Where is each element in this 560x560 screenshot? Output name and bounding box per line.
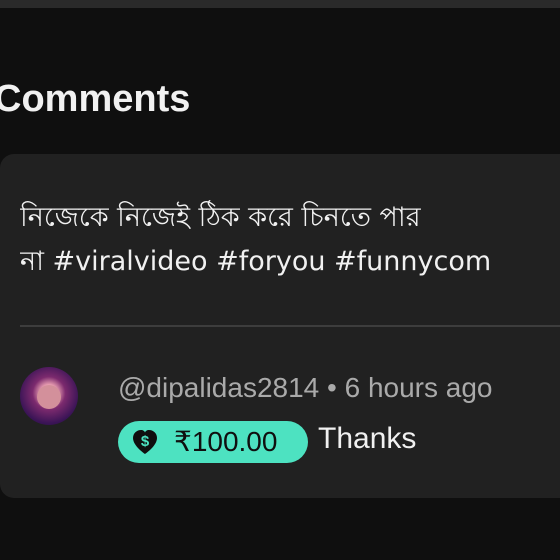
tip-badge: $ ₹100.00	[118, 421, 308, 463]
avatar[interactable]	[20, 367, 78, 425]
comment-meta: @dipalidas2814 • 6 hours ago	[118, 372, 493, 403]
video-description: নিজেকে নিজেই ঠিক করে চিনতে পার না #viral…	[20, 196, 560, 284]
comments-title: Comments	[0, 78, 191, 120]
dollar-heart-icon: $	[133, 430, 157, 454]
description-line-1: নিজেকে নিজেই ঠিক করে চিনতে পার	[20, 202, 421, 233]
avatar-face	[37, 385, 61, 409]
top-bar	[0, 0, 560, 8]
description-line-2: না #viralvideo #foryou #funnycom	[20, 246, 492, 277]
divider	[20, 325, 560, 327]
svg-text:$: $	[141, 433, 150, 450]
tip-amount: ₹100.00	[174, 426, 278, 457]
comment-text: Thanks	[318, 422, 417, 455]
